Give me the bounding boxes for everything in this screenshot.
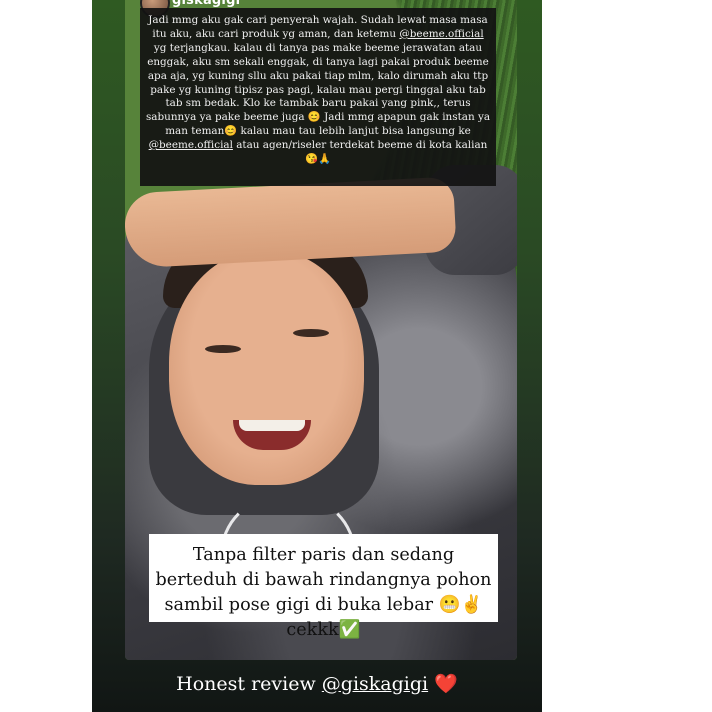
heart-icon: ❤️ — [434, 673, 458, 695]
left-eye — [205, 345, 241, 353]
story-username[interactable]: giskagigi — [172, 0, 240, 8]
mention-link-1[interactable]: @beeme.official — [399, 28, 483, 40]
caption-text-2: yg terjangkau. kalau di tanya pas make b… — [145, 41, 491, 138]
mention-link-2[interactable]: @beeme.official — [149, 139, 233, 151]
right-eye — [293, 329, 329, 337]
footer-caption: Honest review @giskagigi ❤️ — [92, 672, 542, 695]
caption-text-3: atau agen/riseler terdekat beeme di kota… — [232, 139, 488, 166]
bottom-caption: Tanpa filter paris dan sedang berteduh d… — [149, 534, 498, 640]
top-caption: Jadi mmg aku gak cari penyerah wajah. Su… — [140, 8, 496, 186]
footer-handle-link[interactable]: @giskagigi — [322, 673, 428, 695]
footer-prefix: Honest review — [176, 673, 322, 695]
